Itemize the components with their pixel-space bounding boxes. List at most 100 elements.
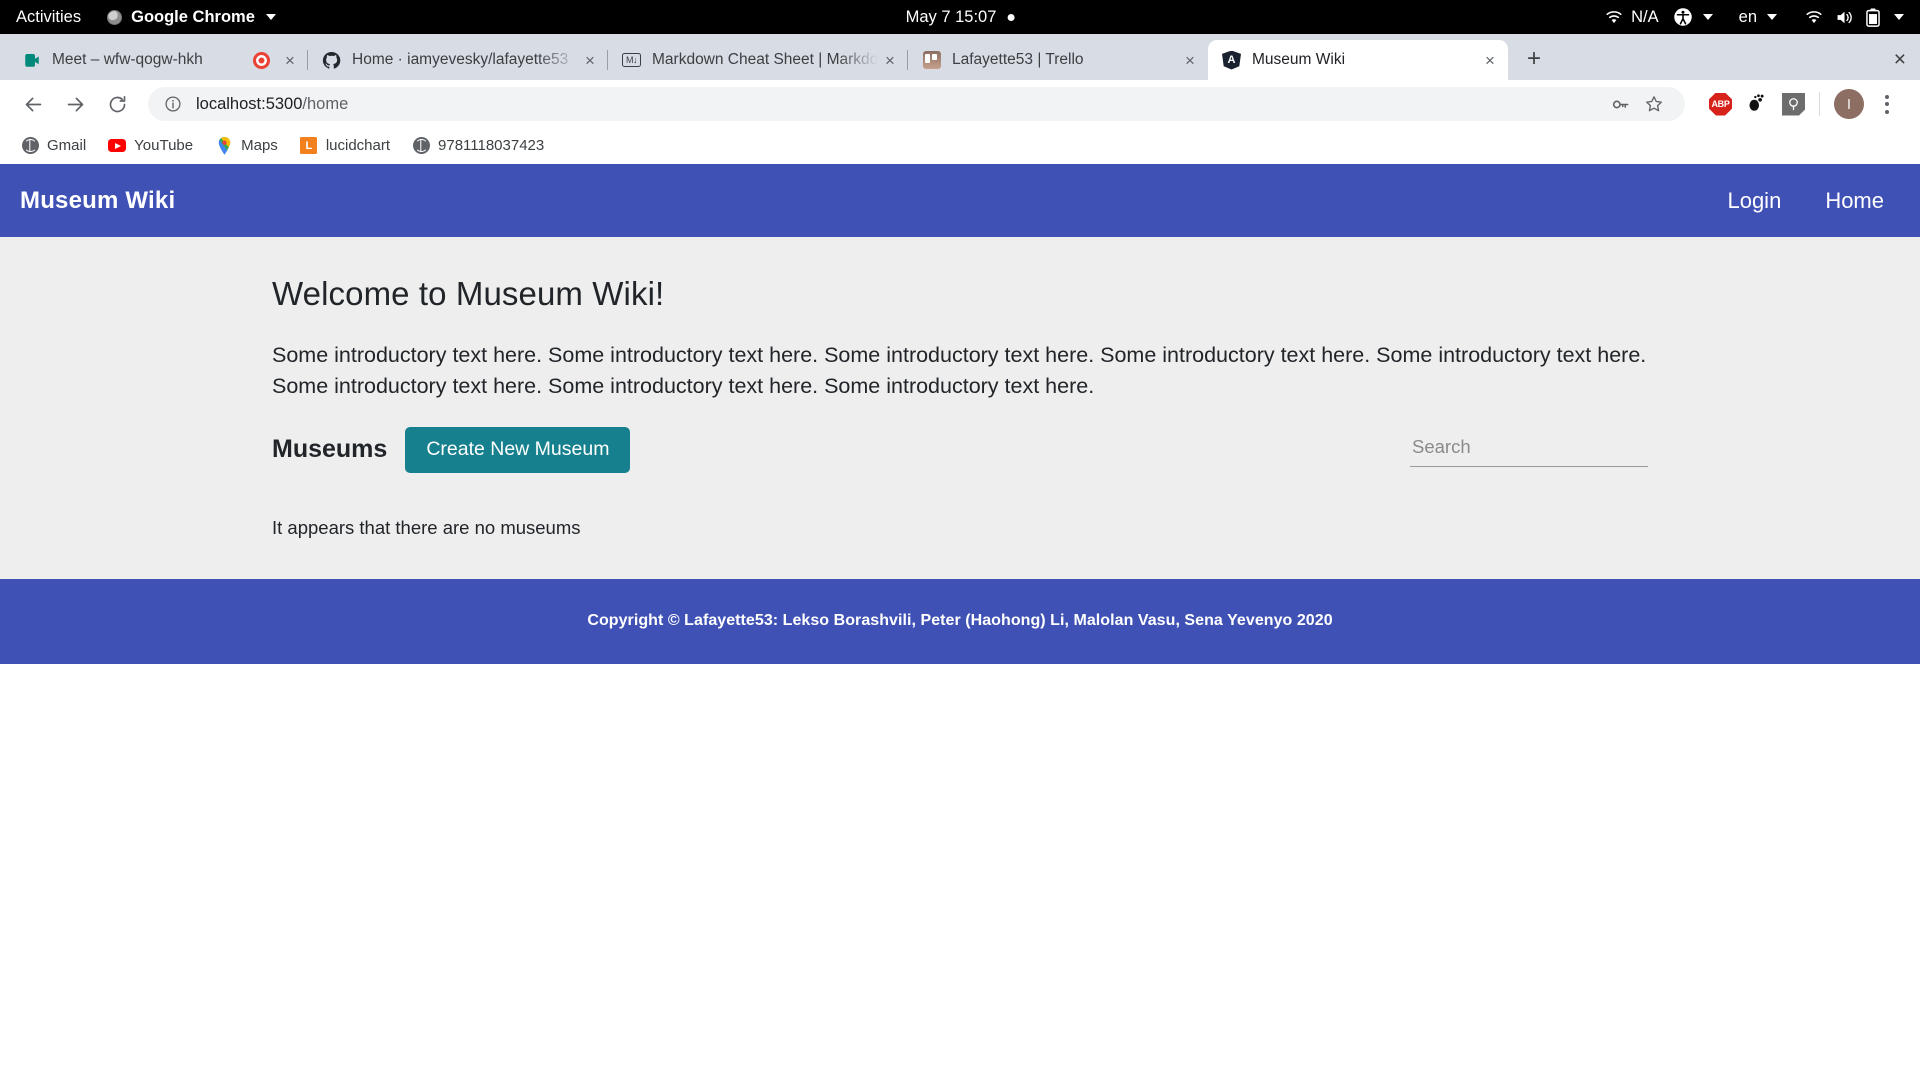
page-content: Welcome to Museum Wiki! Some introductor… xyxy=(0,237,1920,579)
accessibility-menu[interactable] xyxy=(1673,7,1713,27)
adblock-plus-icon[interactable]: ABP xyxy=(1709,92,1732,116)
password-manager-button[interactable] xyxy=(1605,89,1635,119)
chevron-down-icon xyxy=(265,14,276,20)
tab-close-button[interactable]: × xyxy=(1178,48,1202,72)
bookmark-button[interactable] xyxy=(1639,89,1669,119)
tab-title: Museum Wiki xyxy=(1252,51,1346,68)
omnibox-actions xyxy=(1605,89,1669,119)
tab-title: Lafayette53 | Trello xyxy=(952,51,1084,68)
info-circle-icon[interactable] xyxy=(164,95,182,113)
reload-button[interactable] xyxy=(98,85,136,123)
os-clock[interactable]: May 7 15:07 xyxy=(906,8,1015,27)
bookmark-item[interactable]: L lucidchart xyxy=(291,132,399,160)
globe-icon xyxy=(21,137,39,155)
bookmark-label: Maps xyxy=(241,137,278,154)
window-close-button[interactable]: × xyxy=(1894,49,1906,70)
chevron-down-icon xyxy=(1894,14,1904,20)
active-app-menu[interactable]: Google Chrome xyxy=(107,8,276,27)
browser-tab[interactable]: Lafayette53 | Trello × xyxy=(908,40,1208,80)
bookmark-item[interactable]: YouTube xyxy=(99,132,202,160)
wifi-icon xyxy=(1606,10,1622,23)
site-footer: Copyright © Lafayette53: Lekso Borashvil… xyxy=(0,578,1920,664)
bookmark-item[interactable]: 9781118037423 xyxy=(403,132,553,160)
tab-close-button[interactable]: × xyxy=(278,48,302,72)
network-status[interactable]: N/A xyxy=(1605,8,1659,27)
globe-icon xyxy=(412,137,430,155)
address-bar-url: localhost:5300/home xyxy=(196,95,348,114)
search-field-wrapper xyxy=(1410,432,1648,468)
tab-close-button[interactable]: × xyxy=(878,48,902,72)
github-icon xyxy=(322,51,341,70)
site-brand[interactable]: Museum Wiki xyxy=(20,187,175,215)
empty-state-message: It appears that there are no museums xyxy=(272,516,581,538)
clock-text: May 7 15:07 xyxy=(905,7,997,26)
google-meet-icon xyxy=(22,51,41,70)
tab-recording-indicator-icon xyxy=(253,51,270,69)
page-title: Welcome to Museum Wiki! xyxy=(272,275,665,312)
tab-title: Home · iamyevesky/lafayette53 xyxy=(352,51,569,68)
notification-dot-icon xyxy=(1007,13,1015,21)
museums-section-header: Museums Create New Museum xyxy=(272,427,1648,473)
lucidchart-icon: L xyxy=(300,137,318,155)
gnome-extension-icon[interactable] xyxy=(1746,91,1768,118)
chrome-icon xyxy=(107,9,123,25)
reload-icon xyxy=(109,95,125,112)
wifi-icon xyxy=(1806,10,1822,23)
footer-copyright: Copyright © Lafayette53: Lekso Borashvil… xyxy=(587,612,1333,630)
bookmarks-bar: Gmail YouTube Maps L lucidchart 97811180… xyxy=(0,128,1920,164)
new-tab-button[interactable]: + xyxy=(1516,41,1552,77)
active-app-name: Google Chrome xyxy=(131,7,255,26)
forward-button[interactable] xyxy=(56,85,94,123)
nav-link-login[interactable]: Login xyxy=(1727,188,1781,214)
browser-menu-button[interactable] xyxy=(1868,85,1906,123)
accessibility-icon xyxy=(1673,8,1692,26)
markdown-icon: M↓ xyxy=(622,51,641,70)
url-path: /home xyxy=(302,94,349,113)
browser-tab-active[interactable]: A Museum Wiki × xyxy=(1208,40,1508,80)
browser-tab[interactable]: M↓ Markdown Cheat Sheet | Markdown Guide… xyxy=(608,40,908,80)
museums-heading: Museums xyxy=(272,435,388,464)
tab-close-button[interactable]: × xyxy=(578,48,602,72)
language-menu[interactable]: en xyxy=(1739,8,1777,27)
bookmark-label: YouTube xyxy=(134,137,194,154)
address-bar[interactable]: localhost:5300/home xyxy=(148,87,1685,121)
search-input[interactable] xyxy=(1410,432,1648,468)
page-empty-area xyxy=(0,663,1920,1080)
network-label: N/A xyxy=(1631,7,1659,26)
chevron-down-icon xyxy=(1767,14,1777,20)
forward-arrow-icon xyxy=(67,97,83,111)
site-navbar: Museum Wiki Login Home xyxy=(0,164,1920,237)
tab-close-button[interactable]: × xyxy=(1478,48,1502,72)
youtube-icon xyxy=(108,137,127,155)
browser-tab[interactable]: Meet – wfw-qogw-hkh × xyxy=(8,40,308,80)
toolbar-divider xyxy=(1819,92,1820,116)
browser-toolbar: localhost:5300/home ABP I xyxy=(0,80,1920,128)
bookmark-item[interactable]: Gmail xyxy=(12,132,95,160)
bookmark-label: 9781118037423 xyxy=(438,137,545,154)
chevron-down-icon xyxy=(1702,14,1713,20)
os-system-tray: N/A en xyxy=(1605,7,1920,27)
content-container: Welcome to Museum Wiki! Some introductor… xyxy=(240,275,1680,539)
kebab-menu-icon xyxy=(1885,94,1889,114)
os-top-bar-left: Activities Google Chrome xyxy=(0,8,276,27)
star-icon xyxy=(1646,96,1662,112)
bookmark-label: Gmail xyxy=(47,137,87,154)
url-host: localhost:5300 xyxy=(196,94,303,113)
angular-icon: A xyxy=(1222,50,1241,70)
back-button[interactable] xyxy=(14,85,52,123)
language-label: en xyxy=(1738,7,1757,26)
bookmark-item[interactable]: Maps xyxy=(206,132,287,160)
activities-button[interactable]: Activities xyxy=(16,8,81,27)
browser-tab[interactable]: Home · iamyevesky/lafayette53 × xyxy=(308,40,608,80)
extension-icons: ABP xyxy=(1709,91,1805,118)
system-status-menu[interactable] xyxy=(1805,8,1904,27)
os-top-bar: Activities Google Chrome May 7 15:07 N/A xyxy=(0,0,1920,34)
nav-link-home[interactable]: Home xyxy=(1825,188,1884,214)
intro-paragraph: Some introductory text here. Some introd… xyxy=(272,343,1647,398)
profile-avatar[interactable]: I xyxy=(1834,89,1864,119)
map-pin-icon xyxy=(215,136,233,155)
tab-title: Markdown Cheat Sheet | Markdown Guide xyxy=(652,51,878,68)
create-new-museum-button[interactable]: Create New Museum xyxy=(405,427,631,473)
keeper-extension-icon[interactable] xyxy=(1782,92,1805,116)
browser-tab-strip: Meet – wfw-qogw-hkh × Home · iamyevesky/… xyxy=(0,34,1920,80)
